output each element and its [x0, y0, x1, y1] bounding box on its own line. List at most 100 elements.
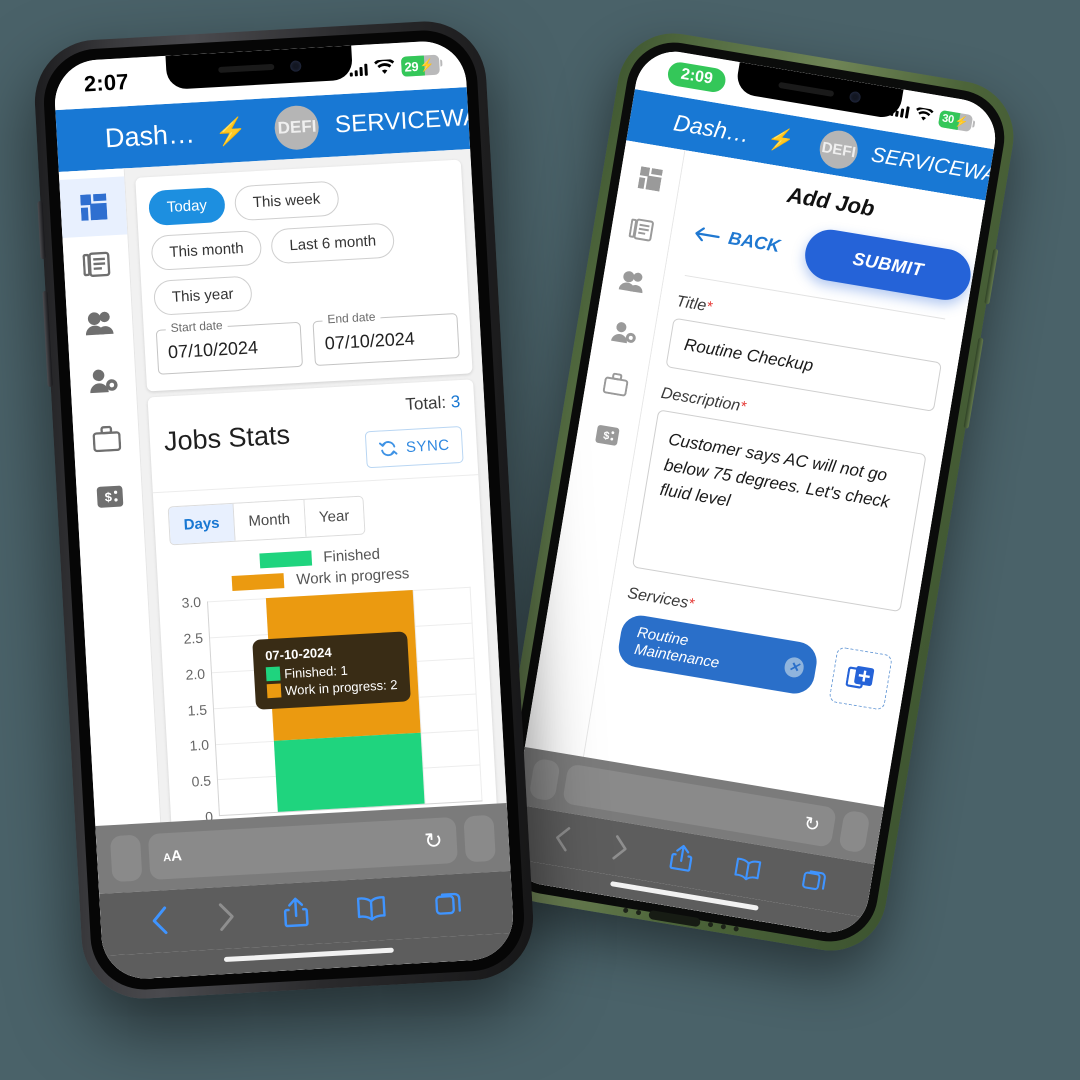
person-settings-icon — [610, 322, 636, 344]
forward-icon[interactable] — [216, 901, 236, 937]
sidebar-item-staff[interactable] — [69, 350, 137, 412]
status-time: 2:09 — [666, 60, 728, 94]
phone-green-screen: 2:09 30 ⚡ Dash… ⚡ DEFI SERVICEWARE $ Add… — [502, 45, 1002, 939]
bar-segment-finished — [273, 732, 425, 812]
front-camera — [289, 59, 302, 72]
end-date-value: 07/10/2024 — [324, 328, 416, 354]
end-date-label: End date — [322, 309, 381, 327]
text-size-button[interactable]: AAAA — [163, 847, 182, 865]
arrow-left-icon — [695, 226, 720, 241]
sidebar-item-jobs[interactable] — [72, 408, 140, 470]
share-icon[interactable] — [283, 896, 310, 933]
y-tick: 0.5 — [191, 772, 212, 790]
brand-name: SERVICEWARE — [334, 101, 471, 139]
service-chip-label: Routine Maintenance — [633, 624, 721, 672]
sidebar-item-dashboard[interactable] — [616, 148, 683, 209]
dashboard-icon — [637, 166, 663, 192]
total-value: 3 — [450, 392, 461, 412]
bookmarks-icon[interactable] — [732, 856, 762, 887]
field-services-label-text: Services — [626, 584, 690, 612]
url-left-stub — [528, 757, 561, 802]
start-date-value: 07/10/2024 — [167, 337, 259, 363]
sidebar-item-invoices[interactable] — [608, 200, 675, 261]
sidebar-item-staff[interactable] — [591, 302, 658, 363]
sidebar-item-invoices[interactable] — [62, 234, 130, 296]
phone-black-screen: 2:07 29 ⚡ Dash… ⚡ DEFI SERVICEWARE $ Tod… — [52, 39, 516, 981]
chart-tooltip: 07-10-2024 Finished: 1 Work in progress:… — [252, 631, 411, 710]
chip-last-6-month[interactable]: Last 6 month — [270, 222, 395, 265]
earpiece-speaker — [217, 63, 274, 74]
reload-icon[interactable]: ↻ — [424, 828, 444, 855]
sidebar-item-dashboard[interactable] — [59, 176, 128, 238]
phone-green: 2:09 30 ⚡ Dash… ⚡ DEFI SERVICEWARE $ Add… — [482, 25, 1022, 959]
chip-this-year[interactable]: This year — [153, 275, 253, 316]
menu-icon[interactable] — [74, 130, 76, 150]
y-tick: 2.0 — [185, 665, 206, 683]
cellular-signal-icon — [349, 62, 368, 77]
sidebar-item-customers[interactable] — [66, 292, 134, 354]
battery-icon: 29 ⚡ — [400, 54, 440, 77]
sidebar-item-customers[interactable] — [599, 251, 666, 312]
filters-card: Today This week This month Last 6 month … — [135, 159, 473, 392]
front-camera — [848, 90, 861, 104]
address-bar[interactable]: AAAA ↻ — [147, 816, 458, 881]
tabs-icon[interactable] — [434, 890, 463, 923]
jobs-stats-header: Total: 3 Jobs Stats SYNC — [147, 379, 479, 494]
status-icons: 29 ⚡ — [349, 54, 440, 80]
legend-swatch-finished — [259, 550, 312, 569]
sidebar-item-jobs[interactable] — [582, 353, 649, 414]
remove-icon[interactable]: ✕ — [782, 655, 806, 679]
forward-icon[interactable] — [609, 833, 630, 866]
y-tick: 3.0 — [181, 593, 202, 611]
tooltip-swatch-finished — [265, 666, 281, 682]
tooltip-label-finished: Finished: 1 — [283, 662, 349, 681]
url-right-stub — [838, 809, 871, 854]
quick-action-bolt-icon[interactable]: ⚡ — [214, 115, 248, 148]
date-filter-chips: Today This week This month Last 6 month … — [135, 160, 469, 329]
legend-item-finished[interactable]: Finished — [259, 546, 380, 570]
legend-swatch-work-in-progress — [232, 573, 285, 591]
back-icon[interactable] — [150, 905, 170, 941]
earpiece-speaker — [777, 81, 834, 97]
back-icon[interactable] — [551, 824, 572, 857]
sidebar-item-payments[interactable]: $ — [573, 405, 640, 466]
sidebar-item-payments[interactable]: $ — [75, 466, 143, 528]
safari-toolbar-black: AAAA ↻ — [95, 803, 516, 981]
submit-button[interactable]: SUBMIT — [801, 225, 975, 304]
status-icons: 30 ⚡ — [890, 101, 974, 132]
end-date-field[interactable]: End date 07/10/2024 — [312, 309, 460, 367]
people-icon — [85, 311, 114, 336]
battery-percent: 29 — [404, 58, 419, 75]
dashboard-icon — [79, 193, 108, 221]
tab-days[interactable]: Days — [168, 503, 236, 545]
avatar[interactable]: DEFI — [273, 104, 321, 151]
tab-month[interactable]: Month — [233, 499, 307, 541]
back-button[interactable]: BACK — [692, 222, 782, 257]
share-icon[interactable] — [668, 843, 695, 878]
legend-label-work-in-progress: Work in progress — [295, 565, 410, 589]
legend-item-work-in-progress[interactable]: Work in progress — [232, 565, 410, 592]
add-service-button[interactable] — [828, 646, 893, 711]
chip-this-month[interactable]: This month — [150, 229, 263, 271]
date-range-row: Start date 07/10/2024 End date 07/10/202… — [144, 309, 473, 391]
total-label: Total: — [404, 392, 447, 415]
bookmarks-icon[interactable] — [356, 895, 388, 927]
documents-icon — [628, 218, 654, 242]
charging-bolt-icon: ⚡ — [418, 57, 435, 73]
y-tick: 1.0 — [189, 736, 210, 755]
tab-year[interactable]: Year — [304, 496, 365, 537]
required-marker: * — [686, 595, 696, 613]
total-count: Total: 3 — [405, 392, 461, 415]
avatar[interactable]: DEFI — [816, 127, 861, 172]
chip-today[interactable]: Today — [147, 186, 226, 227]
tabs-icon[interactable] — [800, 866, 828, 899]
chip-this-week[interactable]: This week — [233, 180, 340, 222]
back-button-label: BACK — [727, 227, 782, 257]
quick-action-bolt-icon[interactable]: ⚡ — [765, 125, 796, 155]
start-date-field[interactable]: Start date 07/10/2024 — [155, 317, 304, 375]
menu-icon[interactable] — [646, 108, 650, 128]
reload-icon[interactable]: ↻ — [802, 812, 821, 837]
battery-percent: 30 — [941, 112, 955, 127]
phone-black: 2:07 29 ⚡ Dash… ⚡ DEFI SERVICEWARE $ Tod… — [31, 18, 537, 1002]
sync-button[interactable]: SYNC — [365, 425, 464, 469]
